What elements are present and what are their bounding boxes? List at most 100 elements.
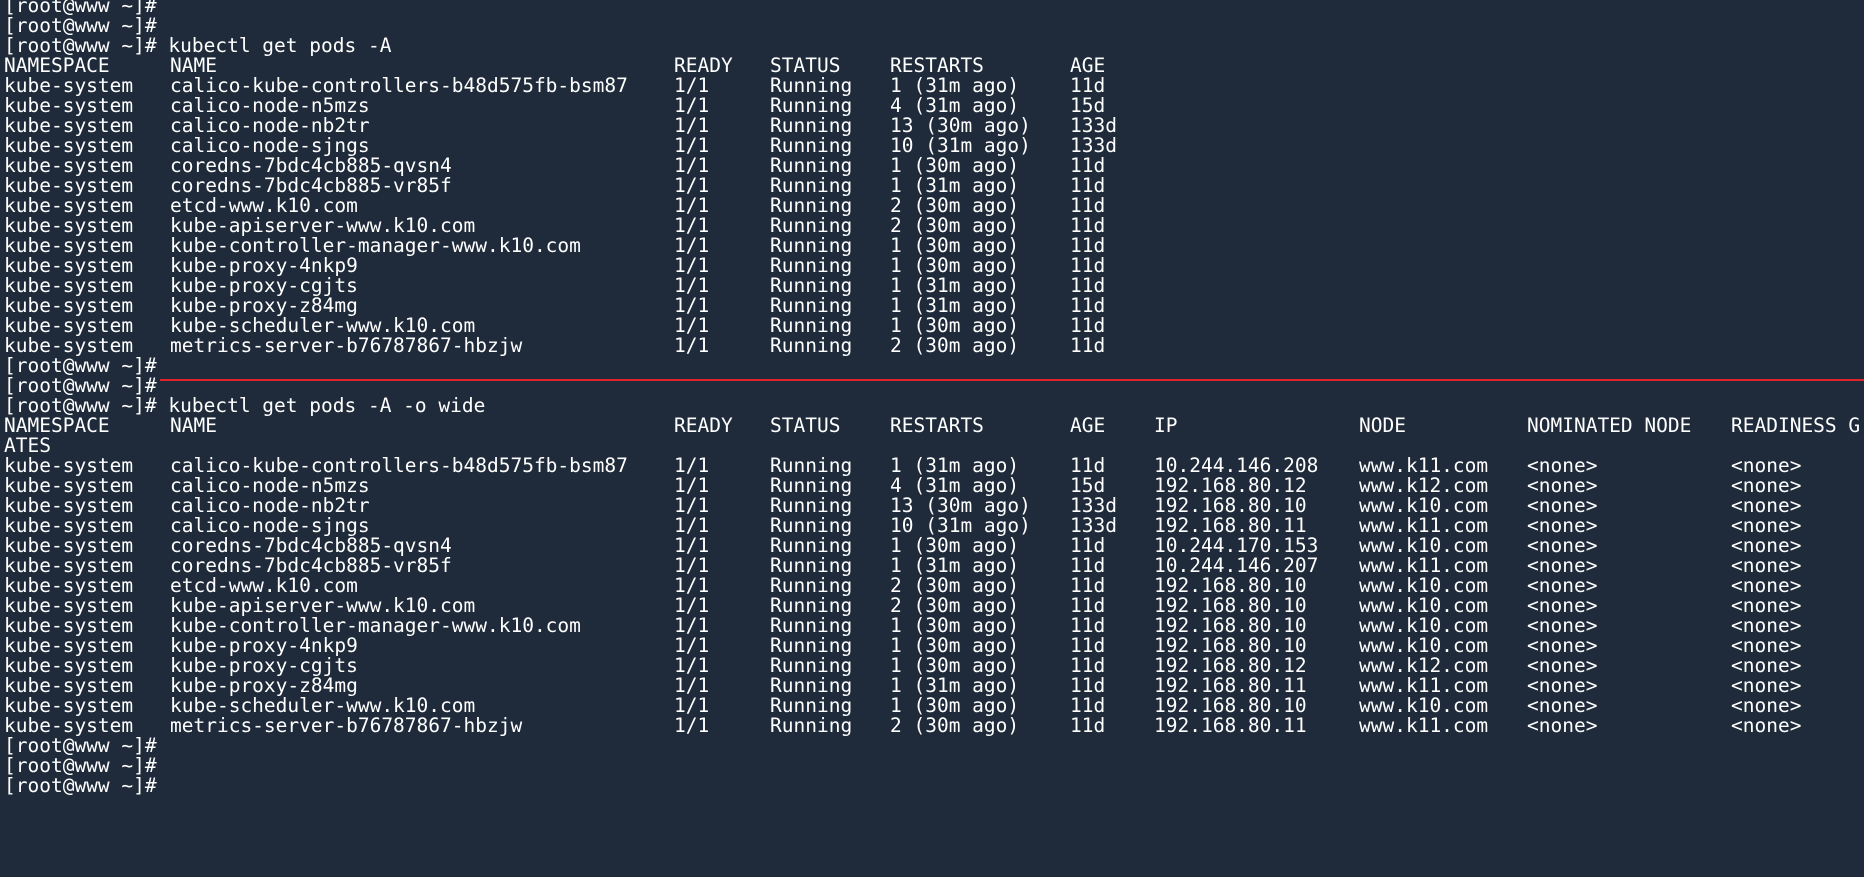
cell-age: 11d xyxy=(1070,316,1106,336)
cell-name: calico-kube-controllers-b48d575fb-bsm87 xyxy=(170,456,628,476)
cell-nominated-node: <none> xyxy=(1527,716,1598,736)
cell-age: 11d xyxy=(1070,336,1106,356)
table-row: kube-system metrics-server-b76787867-hbzj… xyxy=(4,336,1864,356)
cell-status: Running xyxy=(770,96,853,116)
column-header-namespace: NAMESPACE xyxy=(4,416,110,436)
cell-namespace: kube-system xyxy=(4,456,134,476)
wrapped-header-line: ATES xyxy=(4,436,1864,456)
cell-status: Running xyxy=(770,696,853,716)
cell-age: 11d xyxy=(1070,156,1106,176)
cell-ip: 192.168.80.11 xyxy=(1154,716,1307,736)
cell-nominated-node: <none> xyxy=(1527,516,1598,536)
cell-ip: 192.168.80.10 xyxy=(1154,696,1307,716)
cell-namespace: kube-system xyxy=(4,576,134,596)
cell-status: Running xyxy=(770,576,853,596)
cell-ip: 192.168.80.12 xyxy=(1154,656,1307,676)
cell-age: 11d xyxy=(1070,76,1106,96)
cell-age: 133d xyxy=(1070,496,1117,516)
cell-readiness-gates: <none> xyxy=(1731,456,1802,476)
column-header-ready: READY xyxy=(674,416,733,436)
cell-ready: 1/1 xyxy=(674,336,710,356)
cell-restarts: 2 (30m ago) xyxy=(890,196,1020,216)
cell-name: coredns-7bdc4cb885-vr85f xyxy=(170,176,452,196)
cell-ready: 1/1 xyxy=(674,96,710,116)
wrapped-header-text: ATES xyxy=(4,436,51,456)
column-header-status: STATUS xyxy=(770,416,841,436)
shell-prompt: [root@www ~]# xyxy=(4,736,157,756)
cell-ready: 1/1 xyxy=(674,536,710,556)
cell-namespace: kube-system xyxy=(4,256,134,276)
cell-node: www.k10.com xyxy=(1359,596,1489,616)
cell-namespace: kube-system xyxy=(4,516,134,536)
table-row: kube-system kube-proxy-4nkp9 1/1 Running 1 (… xyxy=(4,636,1864,656)
cell-namespace: kube-system xyxy=(4,676,134,696)
cell-ready: 1/1 xyxy=(674,156,710,176)
cell-status: Running xyxy=(770,476,853,496)
cell-ready: 1/1 xyxy=(674,256,710,276)
table-row: kube-system kube-apiserver-www.k10.com 1/1… xyxy=(4,596,1864,616)
cell-restarts: 10 (31m ago) xyxy=(890,516,1031,536)
cell-name: metrics-server-b76787867-hbzjw xyxy=(170,336,523,356)
cell-namespace: kube-system xyxy=(4,716,134,736)
cell-node: www.k10.com xyxy=(1359,616,1489,636)
cell-ip: 192.168.80.10 xyxy=(1154,496,1307,516)
column-header-age: AGE xyxy=(1070,416,1106,436)
cell-age: 133d xyxy=(1070,136,1117,156)
command-line: [root@www ~]# kubectl get pods -A -o wid… xyxy=(4,396,1864,416)
cell-name: calico-node-n5mzs xyxy=(170,476,370,496)
cell-age: 133d xyxy=(1070,116,1117,136)
cell-namespace: kube-system xyxy=(4,76,134,96)
cell-namespace: kube-system xyxy=(4,156,134,176)
cell-namespace: kube-system xyxy=(4,536,134,556)
cell-node: www.k10.com xyxy=(1359,536,1489,556)
cell-restarts: 1 (30m ago) xyxy=(890,156,1020,176)
cell-name: metrics-server-b76787867-hbzjw xyxy=(170,716,523,736)
cell-restarts: 10 (31m ago) xyxy=(890,136,1031,156)
cell-ready: 1/1 xyxy=(674,556,710,576)
cell-restarts: 1 (30m ago) xyxy=(890,616,1020,636)
prompt-line: [root@www ~]# xyxy=(4,756,1864,776)
terminal-window[interactable]: [root@www ~]# [root@www ~]# [root@www ~]# … xyxy=(0,0,1864,877)
cell-ready: 1/1 xyxy=(674,476,710,496)
cell-namespace: kube-system xyxy=(4,236,134,256)
command-text: kubectl get pods -A xyxy=(168,36,392,56)
column-header-status: STATUS xyxy=(770,56,841,76)
cell-status: Running xyxy=(770,216,853,236)
table-row: kube-system kube-proxy-z84mg 1/1 Running 1 (… xyxy=(4,296,1864,316)
cell-restarts: 2 (30m ago) xyxy=(890,596,1020,616)
cell-restarts: 1 (31m ago) xyxy=(890,296,1020,316)
cell-age: 11d xyxy=(1070,236,1106,256)
cell-ip: 192.168.80.10 xyxy=(1154,636,1307,656)
cell-restarts: 1 (31m ago) xyxy=(890,76,1020,96)
cell-ready: 1/1 xyxy=(674,656,710,676)
cell-restarts: 1 (30m ago) xyxy=(890,536,1020,556)
table-row: kube-system kube-scheduler-www.k10.com 1/1… xyxy=(4,316,1864,336)
cell-restarts: 1 (31m ago) xyxy=(890,276,1020,296)
shell-prompt: [root@www ~]# xyxy=(4,0,157,16)
cell-namespace: kube-system xyxy=(4,116,134,136)
table-row: kube-system etcd-www.k10.com 1/1 Running 2 (… xyxy=(4,576,1864,596)
cell-nominated-node: <none> xyxy=(1527,556,1598,576)
cell-readiness-gates: <none> xyxy=(1731,496,1802,516)
column-header-readiness-gates: READINESS G xyxy=(1731,416,1861,436)
column-header-age: AGE xyxy=(1070,56,1106,76)
table-row: kube-system calico-node-n5mzs 1/1 Running 4 … xyxy=(4,96,1864,116)
table-row: kube-system calico-node-nb2tr 1/1 Running 13… xyxy=(4,496,1864,516)
cell-status: Running xyxy=(770,556,853,576)
table-row: kube-system coredns-7bdc4cb885-qvsn4 1/1 Ru… xyxy=(4,536,1864,556)
cell-restarts: 1 (30m ago) xyxy=(890,636,1020,656)
cell-ready: 1/1 xyxy=(674,616,710,636)
prompt-line: [root@www ~]# xyxy=(4,776,1864,796)
cell-restarts: 2 (30m ago) xyxy=(890,336,1020,356)
table-header-row: NAMESPACE NAME READY STATUS RESTARTS AGE IP NOD… xyxy=(4,416,1864,436)
cell-restarts: 1 (31m ago) xyxy=(890,676,1020,696)
cell-namespace: kube-system xyxy=(4,196,134,216)
column-header-restarts: RESTARTS xyxy=(890,56,984,76)
prompt-line: [root@www ~]# xyxy=(4,16,1864,36)
table-row: kube-system metrics-server-b76787867-hbzj… xyxy=(4,716,1864,736)
cell-name: kube-proxy-z84mg xyxy=(170,676,358,696)
cell-restarts: 13 (30m ago) xyxy=(890,116,1031,136)
cell-name: kube-controller-manager-www.k10.com xyxy=(170,236,581,256)
column-header-name: NAME xyxy=(170,416,217,436)
column-header-nominated-node: NOMINATED NODE xyxy=(1527,416,1692,436)
